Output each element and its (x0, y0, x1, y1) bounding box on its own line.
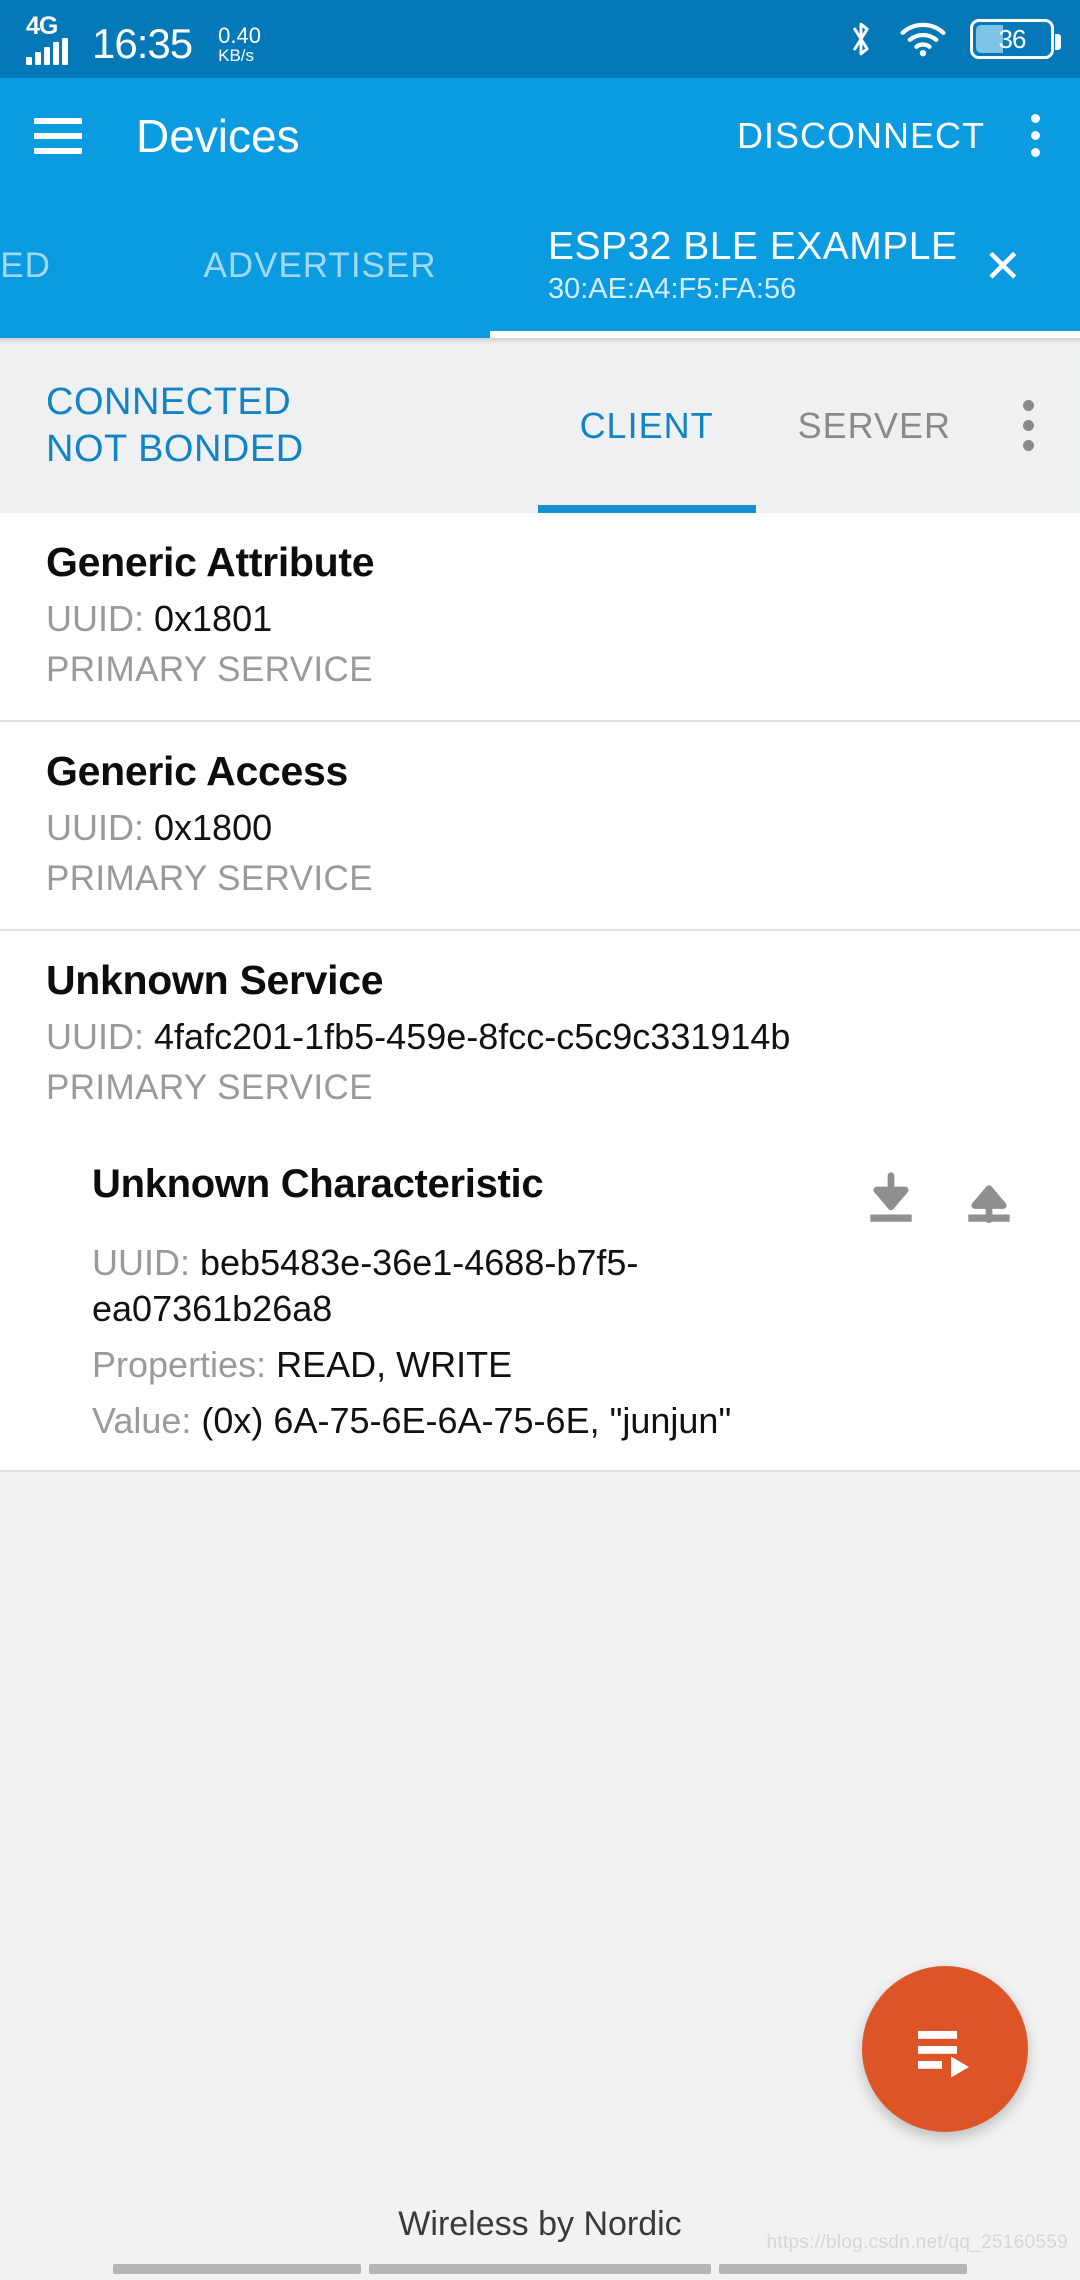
service-uuid-row: UUID: 4fafc201-1fb5-459e-8fcc-c5c9c33191… (46, 1016, 1034, 1058)
download-read-icon[interactable] (860, 1168, 922, 1230)
battery-icon: 36 (970, 19, 1061, 59)
nav-recents-pill[interactable] (719, 2264, 967, 2274)
characteristic-uuid-label: UUID: (92, 1242, 190, 1283)
service-uuid-row: UUID: 0x1800 (46, 807, 1034, 849)
network-speed: 0.40 KB/s (218, 22, 261, 65)
characteristic-uuid-row: UUID: beb5483e-36e1-4688-b7f5-ea07361b26… (92, 1240, 832, 1332)
signal-bars-icon (26, 37, 68, 65)
hamburger-menu-icon[interactable] (34, 117, 82, 154)
service-uuid-value: 0x1801 (154, 598, 273, 639)
app-bar-actions: DISCONNECT (737, 108, 1046, 163)
connection-status-bar: CONNECTED NOT BONDED CLIENT SERVER (0, 338, 1080, 513)
service-uuid-label: UUID: (46, 807, 144, 848)
upload-write-icon[interactable] (958, 1168, 1020, 1230)
nav-back-pill[interactable] (113, 2264, 361, 2274)
connection-overflow-menu-icon[interactable] (993, 400, 1080, 451)
device-address-label: 30:AE:A4:F5:FA:56 (547, 273, 797, 305)
characteristic-header: Unknown Characteristic (92, 1162, 1034, 1230)
list-item[interactable]: Generic Access UUID: 0x1800 PRIMARY SERV… (0, 722, 1080, 931)
overflow-menu-icon[interactable] (1025, 108, 1046, 163)
connection-state-line2: NOT BONDED (46, 427, 304, 470)
status-bar-left: 4G 16:35 0.40 KB/s (26, 11, 261, 67)
service-uuid-value: 4fafc201-1fb5-459e-8fcc-c5c9c331914b (154, 1016, 791, 1057)
network-type-label: 4G (26, 11, 58, 40)
app-bar: Devices DISCONNECT (0, 78, 1080, 193)
tab-server-label: SERVER (797, 404, 951, 446)
tab-advertiser[interactable]: ADVERTISER (150, 193, 490, 338)
characteristic-name: Unknown Characteristic (92, 1162, 544, 1206)
gatt-service-list: Generic Attribute UUID: 0x1801 PRIMARY S… (0, 513, 1080, 1473)
tab-client-label: CLIENT (579, 404, 714, 446)
characteristic-value: (0x) 6A-75-6E-6A-75-6E, "junjun" (201, 1400, 732, 1442)
characteristic-properties-row: Properties: READ, WRITE (92, 1342, 1034, 1388)
service-uuid-label: UUID: (46, 598, 144, 639)
network-speed-value: 0.40 (218, 22, 261, 48)
cellular-signal-icon: 4G (26, 11, 68, 65)
active-tab-indicator (490, 331, 1080, 338)
device-name-label: ESP32 BLE EXAMPLE (547, 225, 958, 268)
service-uuid-value: 0x1800 (154, 807, 273, 848)
close-icon[interactable]: ✕ (984, 243, 1023, 289)
characteristic-properties-label: Properties: (92, 1344, 267, 1386)
tab-connected-device[interactable]: ESP32 BLE EXAMPLE 30:AE:A4:F5:FA:56 ✕ (490, 193, 1080, 338)
connection-state-line1: CONNECTED (46, 381, 292, 424)
system-navigation-bar (0, 2258, 1080, 2280)
list-item[interactable]: Generic Attribute UUID: 0x1801 PRIMARY S… (0, 513, 1080, 722)
disconnect-button[interactable]: DISCONNECT (737, 115, 985, 157)
status-bar-right: 36 (846, 18, 1061, 60)
bluetooth-icon (853, 22, 869, 56)
characteristic-value-label: Value: (92, 1400, 192, 1442)
service-name: Unknown Service (46, 957, 384, 1003)
characteristic-properties-value: READ, WRITE (276, 1344, 513, 1386)
characteristic-value-row: Value: (0x) 6A-75-6E-6A-75-6E, "junjun" (92, 1398, 1034, 1444)
network-speed-unit: KB/s (218, 45, 255, 65)
nav-home-pill[interactable] (369, 2264, 711, 2274)
characteristic-actions (860, 1162, 1034, 1230)
client-server-tabs: CLIENT SERVER (537, 338, 1080, 513)
device-tab-bar: DED ADVERTISER ESP32 BLE EXAMPLE 30:AE:A… (0, 193, 1080, 338)
characteristic-item[interactable]: Unknown Characteristic UUID: beb5483e-36… (0, 1138, 1080, 1473)
wifi-icon (900, 22, 946, 57)
service-type: PRIMARY SERVICE (46, 650, 373, 689)
service-uuid-label: UUID: (46, 1016, 144, 1057)
page-title: Devices (136, 109, 300, 162)
connection-state: CONNECTED NOT BONDED (0, 379, 304, 472)
list-item[interactable]: Unknown Service UUID: 4fafc201-1fb5-459e… (0, 931, 1080, 1138)
tab-bonded[interactable]: DED (0, 193, 150, 338)
tab-client[interactable]: CLIENT (537, 338, 756, 513)
service-uuid-row: UUID: 0x1801 (46, 598, 1034, 640)
service-name: Generic Access (46, 748, 348, 794)
status-bar-clock: 16:35 (92, 19, 193, 67)
log-fab-button[interactable] (862, 1966, 1028, 2132)
service-name: Generic Attribute (46, 539, 375, 585)
service-type: PRIMARY SERVICE (46, 1068, 373, 1107)
playlist-play-icon (918, 2031, 969, 2078)
service-type: PRIMARY SERVICE (46, 859, 373, 898)
tab-bonded-label: DED (0, 245, 51, 285)
battery-percent-label: 36 (998, 23, 1027, 54)
watermark: https://blog.csdn.net/qq_25160559 (766, 2232, 1068, 2253)
app-screen: 4G 16:35 0.40 KB/s 36 Devices DISCONNECT… (0, 0, 1080, 2280)
tab-server[interactable]: SERVER (756, 338, 993, 513)
tab-advertiser-label: ADVERTISER (203, 245, 437, 285)
status-bar: 4G 16:35 0.40 KB/s 36 (0, 0, 1080, 78)
